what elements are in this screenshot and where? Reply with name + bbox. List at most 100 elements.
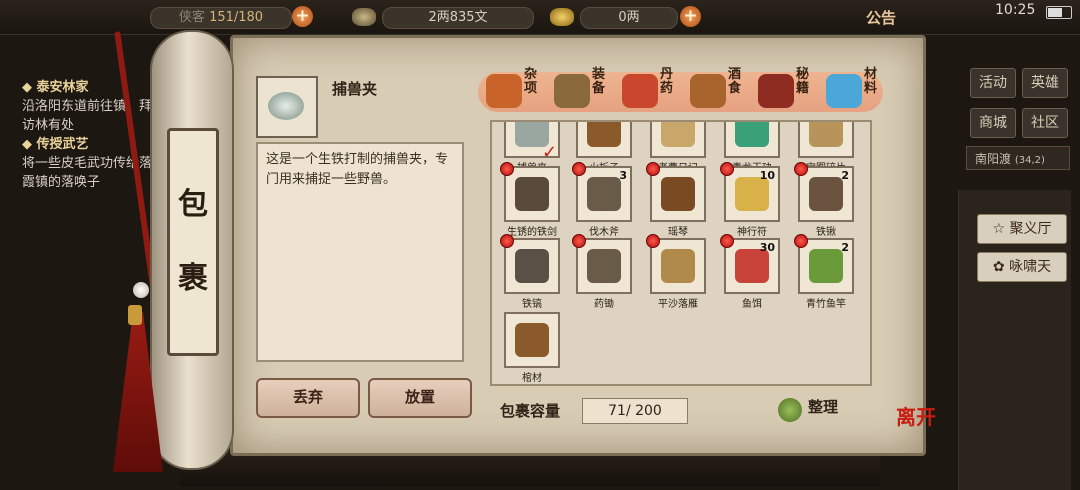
new-item-dot xyxy=(500,162,514,176)
item-name: 鱼饵 xyxy=(742,299,762,310)
inventory-slot[interactable] xyxy=(504,238,560,294)
tab-label: 秘籍 xyxy=(796,67,810,96)
new-item-dot xyxy=(720,234,734,248)
new-item-dot xyxy=(500,234,514,248)
worm-icon xyxy=(735,249,769,283)
weapon-rack-icon xyxy=(554,74,590,108)
item-count: 2 xyxy=(841,241,849,254)
sort-bag-icon[interactable] xyxy=(778,398,802,422)
crystal-icon xyxy=(826,74,862,108)
tab-label: 装备 xyxy=(592,67,606,96)
hall-button[interactable]: ☆ 聚义厅 xyxy=(977,214,1067,244)
add-capacity-button[interactable]: + xyxy=(292,6,313,27)
sort-button[interactable]: 整理 xyxy=(808,396,838,417)
capacity-display: 侠客 151/180 xyxy=(150,7,292,29)
item-name: 平沙落雁 xyxy=(658,299,698,310)
inventory-slot[interactable] xyxy=(724,122,780,158)
selected-item-name: 捕兽夹 xyxy=(332,80,378,98)
announcement-button[interactable]: 公告 xyxy=(866,7,896,28)
tab-label: 酒食 xyxy=(728,67,742,96)
map-icon xyxy=(809,122,843,147)
quest-text-1: 沿洛阳东道前往镇，拜访林有处 xyxy=(22,99,153,133)
clock: 10:25 xyxy=(995,2,1036,18)
inventory-slot[interactable] xyxy=(798,122,854,158)
tab-3[interactable]: 酒食 xyxy=(686,68,756,116)
pot-icon xyxy=(486,74,522,108)
inventory-slot[interactable]: 3 xyxy=(576,166,632,222)
leave-button[interactable]: 离开 xyxy=(896,407,944,450)
inventory-slot[interactable] xyxy=(576,238,632,294)
inventory-grid: 捕兽夹火折子老曹日记青龙玉玦宝图碎片生锈的铁剑3伐木斧瑶琴10神行符2铁锹铁镐药… xyxy=(490,120,872,386)
shop-button[interactable]: 商城 xyxy=(970,108,1016,138)
location-display: 南阳渡 (34,2) xyxy=(966,146,1070,170)
talisman-icon xyxy=(735,177,769,211)
discard-button[interactable]: 丢弃 xyxy=(256,378,360,418)
side-panel: ☆ 聚义厅 ✿ 咏啸天 xyxy=(958,190,1071,490)
inventory-slot[interactable]: 2 xyxy=(798,166,854,222)
selected-item-icon xyxy=(256,76,318,138)
item-description: 这是一个生铁打制的捕兽夹，专门用来捕捉一些野兽。 xyxy=(256,142,464,362)
item-name: 铁镐 xyxy=(522,299,542,310)
shovel-icon xyxy=(809,177,843,211)
diary-icon xyxy=(661,122,695,147)
new-item-dot xyxy=(794,234,808,248)
inventory-slot[interactable] xyxy=(504,312,560,368)
tab-label: 材料 xyxy=(864,67,878,96)
tab-5[interactable]: 材料 xyxy=(822,68,892,116)
new-item-dot xyxy=(646,162,660,176)
silver-amount: 2两835文 xyxy=(382,7,534,29)
item-count: 2 xyxy=(841,169,849,182)
books-icon xyxy=(758,74,794,108)
tab-label: 杂项 xyxy=(524,67,538,96)
hoe-icon xyxy=(587,249,621,283)
yongxiao-button[interactable]: ✿ 咏啸天 xyxy=(977,252,1067,282)
inventory-slot[interactable] xyxy=(504,166,560,222)
heroes-button[interactable]: 英雄 xyxy=(1022,68,1068,98)
item-count: 30 xyxy=(759,241,775,254)
item-name: 药锄 xyxy=(594,299,614,310)
fishing-rod-icon xyxy=(809,249,843,283)
battery-icon xyxy=(1046,6,1072,19)
inventory-slot[interactable]: 10 xyxy=(724,166,780,222)
new-item-dot xyxy=(794,162,808,176)
new-item-dot xyxy=(572,234,586,248)
add-gold-button[interactable]: + xyxy=(680,6,701,27)
item-name: 棺材 xyxy=(522,373,542,384)
item-name: 青竹鱼竿 xyxy=(806,299,846,310)
pills-icon xyxy=(622,74,658,108)
firestarter-icon xyxy=(587,122,621,147)
gold-ingot-icon xyxy=(550,8,574,26)
activity-button[interactable]: 活动 xyxy=(970,68,1016,98)
new-item-dot xyxy=(572,162,586,176)
coffin-icon xyxy=(515,323,549,357)
panel-title: 包 裹 xyxy=(167,128,219,356)
silver-coin-icon xyxy=(352,8,376,26)
axe-icon xyxy=(587,177,621,211)
inventory-slot[interactable]: 30 xyxy=(724,238,780,294)
manual-icon xyxy=(661,249,695,283)
inventory-slot[interactable] xyxy=(650,122,706,158)
tab-4[interactable]: 秘籍 xyxy=(754,68,824,116)
tab-label: 丹药 xyxy=(660,67,674,96)
new-item-dot xyxy=(646,234,660,248)
tassel-jade xyxy=(128,305,142,325)
quest-title-1: ◆ 泰安林家 xyxy=(22,80,89,95)
community-button[interactable]: 社区 xyxy=(1022,108,1068,138)
tab-1[interactable]: 装备 xyxy=(550,68,620,116)
tassel-bead xyxy=(133,282,149,298)
jade-icon xyxy=(735,122,769,147)
place-button[interactable]: 放置 xyxy=(368,378,472,418)
selected-check-icon: ✓ xyxy=(542,142,558,163)
wine-food-icon xyxy=(690,74,726,108)
inventory-slot[interactable] xyxy=(650,238,706,294)
capacity-value: 71/ 200 xyxy=(582,398,688,424)
tab-0[interactable]: 杂项 xyxy=(482,68,552,116)
gold-amount: 0两 xyxy=(580,7,678,29)
pickaxe-icon xyxy=(515,249,549,283)
inventory-slot[interactable] xyxy=(650,166,706,222)
item-count: 10 xyxy=(759,169,775,182)
top-status-bar: 侠客 151/180 + 2两835文 0两 + 公告 10:25 xyxy=(0,0,1080,35)
inventory-slot[interactable] xyxy=(576,122,632,158)
inventory-slot[interactable]: 2 xyxy=(798,238,854,294)
tab-2[interactable]: 丹药 xyxy=(618,68,688,116)
